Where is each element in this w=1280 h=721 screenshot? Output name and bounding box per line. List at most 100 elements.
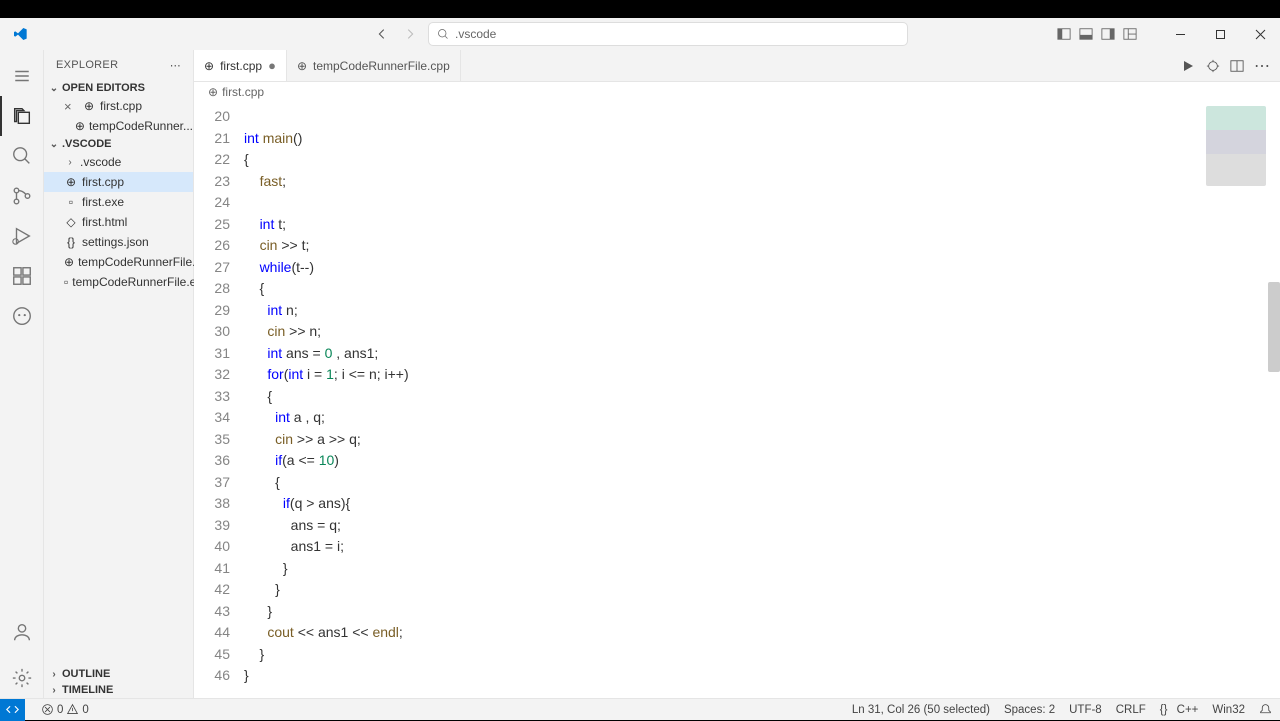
outline-label: OUTLINE <box>62 668 110 680</box>
encoding[interactable]: UTF-8 <box>1069 704 1102 716</box>
explorer-title: EXPLORER ⋯ <box>44 50 193 80</box>
scrollbar-thumb[interactable] <box>1268 282 1280 372</box>
toggle-secondary-icon[interactable] <box>1098 24 1118 44</box>
file-item[interactable]: ⊕tempCodeRunnerFile.c... <box>44 252 193 272</box>
explorer-sidebar: EXPLORER ⋯ ⌄OPEN EDITORS ×⊕first.cpp ⊕te… <box>44 50 194 698</box>
line-gutter: 2021222324252627282930313233343536373839… <box>194 102 244 698</box>
file-label: tempCodeRunnerFile.c... <box>78 255 211 269</box>
open-editors-label: OPEN EDITORS <box>62 82 145 94</box>
customize-layout-icon[interactable] <box>1120 24 1140 44</box>
nav-forward-icon[interactable] <box>400 24 420 44</box>
minimap[interactable] <box>1206 106 1266 186</box>
toggle-sidebar-icon[interactable] <box>1054 24 1074 44</box>
folder-label: .vscode <box>80 155 121 169</box>
workspace-label: .VSCODE <box>62 138 112 150</box>
tab-first-cpp[interactable]: ⊕ first.cpp ● <box>194 50 287 81</box>
maximize-button[interactable] <box>1200 18 1240 50</box>
eol[interactable]: CRLF <box>1116 704 1146 716</box>
html-file-icon: ◇ <box>64 215 78 229</box>
cpp-file-icon: ⊕ <box>64 175 78 189</box>
nav-back-icon[interactable] <box>372 24 392 44</box>
cpp-file-icon: ⊕ <box>208 85 218 99</box>
tab-temp[interactable]: ⊕ tempCodeRunnerFile.cpp <box>287 50 461 81</box>
file-label: first.cpp <box>82 175 124 189</box>
json-file-icon: {} <box>64 235 78 249</box>
remote-indicator[interactable] <box>0 699 25 721</box>
warning-count: 0 <box>82 704 88 716</box>
file-label: settings.json <box>82 235 149 249</box>
cpp-file-icon: ⊕ <box>82 99 96 113</box>
search-icon <box>437 28 449 40</box>
file-label: first.exe <box>82 195 124 209</box>
timeline-label: TIMELINE <box>62 684 113 696</box>
close-button[interactable] <box>1240 18 1280 50</box>
breadcrumb[interactable]: ⊕ first.cpp <box>194 82 1280 102</box>
breadcrumb-label: first.cpp <box>222 85 264 99</box>
file-item[interactable]: {} settings.json <box>44 232 193 252</box>
editor-item[interactable]: ⊕ tempCodeRunner... <box>44 116 193 136</box>
file-item[interactable]: ◇ first.html <box>44 212 193 232</box>
search-placeholder: .vscode <box>455 27 496 41</box>
notifications-icon[interactable] <box>1259 703 1272 716</box>
split-editor-icon[interactable] <box>1230 59 1244 73</box>
folder-item[interactable]: ›.vscode <box>44 152 193 172</box>
exe-file-icon: ▫ <box>64 195 78 209</box>
file-label: first.html <box>82 215 127 229</box>
indentation[interactable]: Spaces: 2 <box>1004 704 1055 716</box>
file-item[interactable]: ⊕ first.cpp <box>44 172 193 192</box>
toggle-panel-icon[interactable] <box>1076 24 1096 44</box>
copilot-icon[interactable] <box>0 296 44 336</box>
explorer-title-label: EXPLORER <box>56 59 118 71</box>
tab-dirty-icon[interactable]: ● <box>268 58 276 73</box>
vscode-logo-icon <box>12 26 28 42</box>
cpp-file-icon: ⊕ <box>204 59 214 73</box>
run-settings-icon[interactable] <box>1206 59 1220 73</box>
source-control-icon[interactable] <box>0 176 44 216</box>
search-icon[interactable] <box>0 136 44 176</box>
account-icon[interactable] <box>0 612 44 652</box>
close-icon[interactable]: × <box>64 99 78 114</box>
tab-label: tempCodeRunnerFile.cpp <box>313 59 450 73</box>
tab-bar: ⊕ first.cpp ● ⊕ tempCodeRunnerFile.cpp ⋯ <box>194 50 1280 82</box>
settings-gear-icon[interactable] <box>0 658 44 698</box>
layout-controls <box>1054 24 1140 44</box>
platform[interactable]: Win32 <box>1212 704 1245 716</box>
problems-indicator[interactable]: 0 0 <box>41 703 89 716</box>
minimize-button[interactable] <box>1160 18 1200 50</box>
debug-icon[interactable] <box>0 216 44 256</box>
command-center[interactable]: .vscode <box>428 22 908 46</box>
warning-icon <box>66 703 79 716</box>
file-item[interactable]: ▫tempCodeRunnerFile.exe <box>44 272 193 292</box>
cpp-file-icon: ⊕ <box>297 59 307 73</box>
file-label: first.cpp <box>100 99 142 113</box>
run-code-icon[interactable] <box>1180 58 1196 74</box>
exe-file-icon: ▫ <box>64 275 68 289</box>
activity-bar <box>0 50 44 698</box>
language-mode[interactable]: {} C++ <box>1160 704 1199 716</box>
extensions-icon[interactable] <box>0 256 44 296</box>
statusbar: 0 0 Ln 31, Col 26 (50 selected) Spaces: … <box>0 698 1280 720</box>
error-icon <box>41 703 54 716</box>
cpp-file-icon: ⊕ <box>64 255 74 269</box>
os-titlebar <box>0 0 1280 18</box>
workspace-section[interactable]: ⌄.VSCODE <box>44 136 193 152</box>
timeline-section[interactable]: ›TIMELINE <box>44 682 193 698</box>
file-label: tempCodeRunnerFile.exe <box>72 275 209 289</box>
open-editors-section[interactable]: ⌄OPEN EDITORS <box>44 80 193 96</box>
code-content[interactable]: int main(){ fast; int t; cin >> t; while… <box>244 102 1280 698</box>
explorer-icon[interactable] <box>0 96 44 136</box>
file-label: tempCodeRunner... <box>89 119 193 133</box>
tab-label: first.cpp <box>220 59 262 73</box>
file-item[interactable]: ▫ first.exe <box>44 192 193 212</box>
more-icon[interactable]: ⋯ <box>170 59 181 72</box>
editor-area: ⊕ first.cpp ● ⊕ tempCodeRunnerFile.cpp ⋯… <box>194 50 1280 698</box>
cpp-file-icon: ⊕ <box>75 119 85 133</box>
error-count: 0 <box>57 704 63 716</box>
menu-icon[interactable] <box>0 56 44 96</box>
more-actions-icon[interactable]: ⋯ <box>1254 56 1270 76</box>
outline-section[interactable]: ›OUTLINE <box>44 666 193 682</box>
cursor-position[interactable]: Ln 31, Col 26 (50 selected) <box>852 704 990 716</box>
code-editor[interactable]: 2021222324252627282930313233343536373839… <box>194 102 1280 698</box>
editor-item[interactable]: × ⊕ first.cpp <box>44 96 193 116</box>
titlebar: .vscode <box>0 18 1280 50</box>
